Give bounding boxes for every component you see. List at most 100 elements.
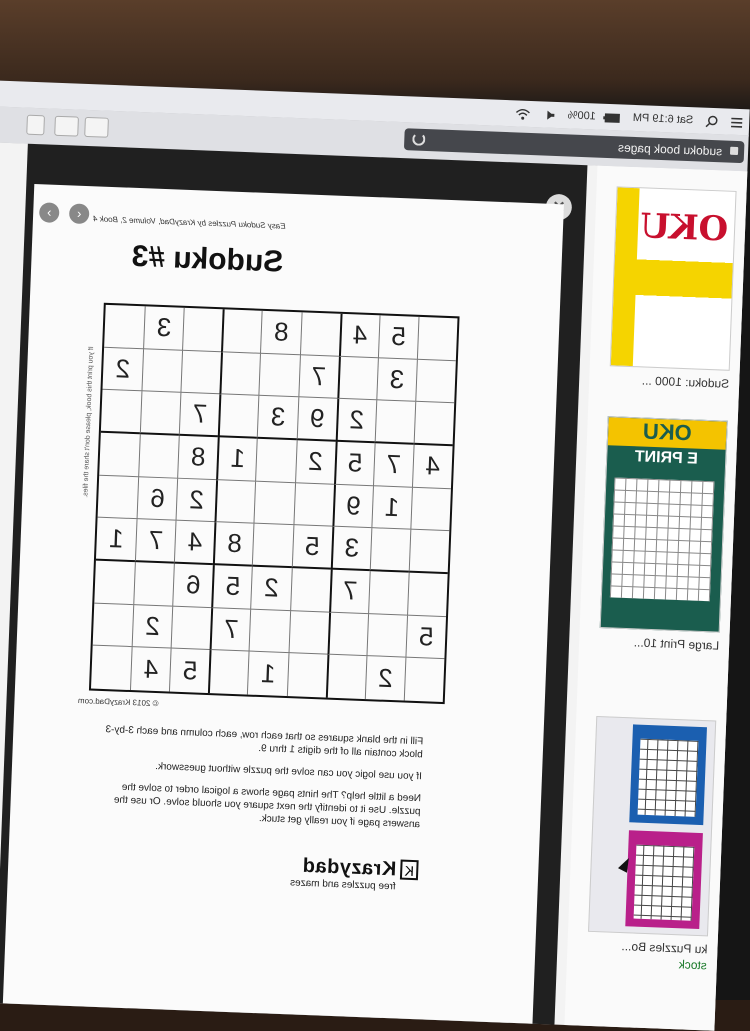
sudoku-cell: 7 xyxy=(297,354,339,400)
sudoku-cell: 5 xyxy=(211,565,253,610)
sudoku-cell: 2 xyxy=(335,399,377,444)
search-icon[interactable] xyxy=(705,114,718,127)
sudoku-cell xyxy=(374,400,416,445)
sudoku-cell xyxy=(252,523,293,569)
sudoku-cell: 5 xyxy=(377,315,419,360)
sudoku-cell: 2 xyxy=(102,347,144,392)
share-button[interactable] xyxy=(84,116,109,138)
battery-percent: 100% xyxy=(567,109,597,123)
sudoku-cell xyxy=(255,438,297,483)
puzzle-title: Sudoku #3 xyxy=(130,239,284,279)
sudoku-cell: 1 xyxy=(247,651,289,697)
sudoku-cell xyxy=(104,304,145,349)
web-page: OKU Sudoku: 1000 ... OKU E PRINT Large P… xyxy=(0,142,748,1031)
sudoku-cell: 8 xyxy=(260,310,302,355)
sudoku-cell: 6 xyxy=(172,563,214,608)
sudoku-cell xyxy=(415,359,456,404)
kd-mark-icon: K xyxy=(399,859,419,881)
sudoku-cell: 1 xyxy=(95,517,137,563)
sudoku-cell xyxy=(327,612,368,657)
sudoku-cell: 4 xyxy=(130,647,171,692)
sudoku-cell: 1 xyxy=(216,437,258,482)
sudoku-cell xyxy=(180,350,222,395)
sudoku-cell: 5 xyxy=(333,441,375,486)
sudoku-cell: 5 xyxy=(291,525,333,570)
sudoku-cell xyxy=(219,351,261,397)
book-cover-image[interactable]: OKU xyxy=(609,186,737,371)
clock-text[interactable]: Sat 6:19 PM xyxy=(633,112,694,126)
new-tab-button[interactable] xyxy=(26,114,45,136)
sudoku-cell xyxy=(336,356,378,401)
lock-icon xyxy=(729,146,739,155)
sudoku-cell xyxy=(408,530,450,575)
monitor-screen: Sat 6:19 PM 100% sudoku book pages OKU S… xyxy=(0,80,750,1031)
sudoku-cell: 5 xyxy=(405,615,447,660)
sudoku-cell xyxy=(99,432,140,477)
sudoku-cell: 8 xyxy=(213,522,254,567)
sudoku-cell xyxy=(286,653,328,698)
sudoku-cell xyxy=(253,481,295,526)
sudoku-cell xyxy=(94,560,136,605)
instructions: Fill in the blank squares so that each r… xyxy=(100,723,424,840)
sudoku-cell xyxy=(133,562,175,607)
instruction-paragraph: Fill in the blank squares so that each r… xyxy=(105,724,424,761)
book-cover-image[interactable] xyxy=(588,715,717,937)
result-caption[interactable]: Large Print 10... xyxy=(601,634,720,652)
battery-icon[interactable] xyxy=(603,110,621,123)
sudoku-cell: 4 xyxy=(174,520,215,566)
sudoku-cell: 5 xyxy=(169,648,210,694)
sudoku-cell xyxy=(100,390,142,435)
sudoku-cell: 6 xyxy=(136,476,178,521)
result-card[interactable]: OKU Sudoku: 1000 ... xyxy=(609,186,737,391)
krazydad-logo: KKrazydad free puzzles and mazes xyxy=(290,854,419,893)
result-card[interactable]: ku Puzzles Bo... stock xyxy=(588,715,717,972)
sudoku-cell xyxy=(258,353,300,398)
sudoku-cell xyxy=(289,568,331,613)
sudoku-cell xyxy=(218,394,259,439)
sudoku-cell: 8 xyxy=(177,435,219,480)
sudoku-cell xyxy=(288,610,329,655)
sudoku-cell: 3 xyxy=(143,306,184,351)
sudoku-cell: 2 xyxy=(131,604,173,649)
sudoku-cell xyxy=(97,475,139,520)
puzzle-book-header: Easy Sudoku Puzzles by KrazyDad, Volume … xyxy=(92,214,286,231)
sudoku-cell xyxy=(325,654,367,700)
sudoku-cell xyxy=(170,606,212,651)
sudoku-cell xyxy=(292,482,334,527)
tabs-button[interactable] xyxy=(54,115,79,137)
reload-icon[interactable] xyxy=(412,132,426,146)
wifi-icon[interactable] xyxy=(516,107,531,120)
sudoku-cell xyxy=(91,646,132,690)
sudoku-cell xyxy=(139,391,181,436)
sudoku-cell xyxy=(369,528,411,573)
result-source[interactable]: stock xyxy=(589,954,708,972)
book-cover-image[interactable]: OKU E PRINT xyxy=(599,416,728,633)
chevron-right-icon[interactable]: › xyxy=(38,202,60,223)
sudoku-cell: 3 xyxy=(257,396,298,441)
sudoku-cell: 9 xyxy=(296,397,337,442)
image-lightbox: × ‹ › Easy Sudoku Puzzles by KrazyDad, V… xyxy=(0,143,588,1025)
sudoku-cell: 7 xyxy=(328,569,370,614)
sudoku-cell xyxy=(299,312,341,357)
sudoku-cell: 4 xyxy=(338,313,380,358)
mirrored-scene: Sat 6:19 PM 100% sudoku book pages OKU S… xyxy=(0,0,750,1031)
chevron-left-icon[interactable]: ‹ xyxy=(68,203,90,225)
result-card[interactable]: OKU E PRINT Large Print 10... xyxy=(599,416,728,653)
list-icon[interactable] xyxy=(730,115,743,128)
sudoku-cell: 4 xyxy=(411,444,453,489)
sudoku-cell xyxy=(367,571,409,616)
sudoku-cell: 9 xyxy=(332,484,373,529)
image-results-column: OKU Sudoku: 1000 ... OKU E PRINT Large P… xyxy=(564,165,748,1031)
volume-icon[interactable] xyxy=(542,108,555,121)
sudoku-cell: 7 xyxy=(372,443,414,488)
sudoku-cell xyxy=(214,479,256,524)
sudoku-grid: 54833722937475218192635847172565722154 xyxy=(88,302,460,705)
address-bar[interactable]: sudoku book pages xyxy=(403,128,745,164)
sudoku-cell: 2 xyxy=(364,656,406,701)
sudoku-cell xyxy=(248,609,290,654)
sudoku-cell xyxy=(138,434,180,479)
result-caption[interactable]: Sudoku: 1000 ... xyxy=(611,372,730,390)
sudoku-cell: 7 xyxy=(135,519,176,564)
sudoku-cell: 1 xyxy=(371,485,412,531)
instruction-paragraph: If you use logic you can solve the puzzl… xyxy=(155,761,423,783)
